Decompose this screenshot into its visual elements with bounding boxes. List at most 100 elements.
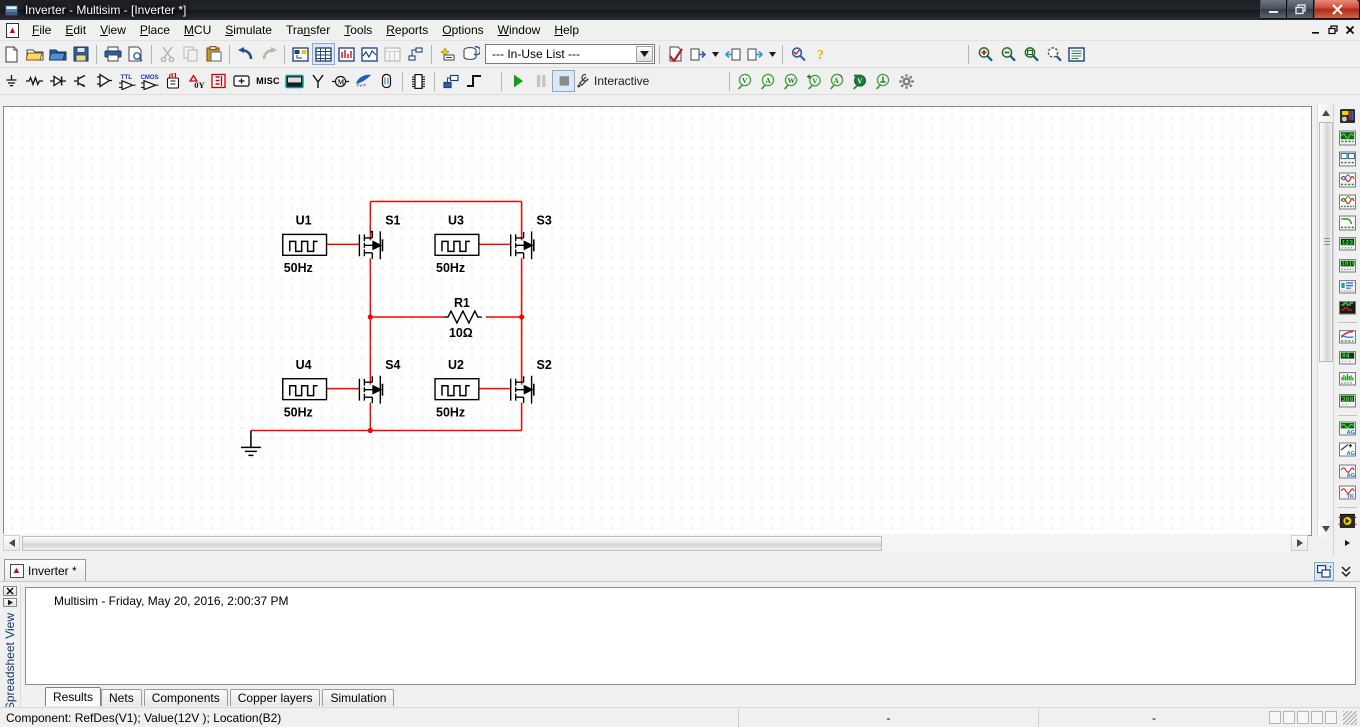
print-preview-button[interactable]	[124, 43, 147, 65]
place-analog-button[interactable]	[92, 70, 115, 92]
mdi-minimize-button[interactable]	[1308, 22, 1324, 37]
menu-item-edit[interactable]: Edit	[58, 21, 93, 39]
paste-button[interactable]	[202, 43, 225, 65]
oscilloscope-button[interactable]	[1336, 170, 1359, 190]
menu-item-mcu[interactable]: MCU	[177, 21, 218, 39]
new-button[interactable]	[0, 43, 23, 65]
new-schematic-icon[interactable]: ▲	[4, 22, 22, 39]
spreadsheet-tab-simulation[interactable]: Simulation	[322, 689, 395, 706]
minimize-button[interactable]	[1260, 0, 1287, 19]
circuit-schematic[interactable]: U1 50Hz S1 U3 50Hz S3 R1 10Ω U4 50Hz S4 …	[4, 107, 1311, 535]
menu-item-window[interactable]: Window	[491, 21, 548, 39]
place-hierarchical-button[interactable]	[439, 70, 462, 92]
measurement-probe-power-button[interactable]: W	[780, 70, 803, 92]
print-button[interactable]	[101, 43, 124, 65]
probe-settings-button[interactable]	[895, 70, 918, 92]
ni-elvismx-instruments-button[interactable]	[1336, 532, 1359, 552]
place-cmos-button[interactable]: CMOS	[138, 70, 161, 92]
wattmeter-button[interactable]	[1336, 149, 1359, 169]
save-button[interactable]	[69, 43, 92, 65]
place-transistor-button[interactable]	[69, 70, 92, 92]
place-rf-button[interactable]	[306, 70, 329, 92]
place-ttl-button[interactable]: TTL	[115, 70, 138, 92]
measurement-probe-voltage-button[interactable]: V	[734, 70, 757, 92]
tektronix-oscilloscope-button[interactable]: TK	[1336, 483, 1359, 503]
forward-annotate-button[interactable]	[744, 43, 767, 65]
distortion-analyzer-button[interactable]: 04	[1336, 348, 1359, 368]
spreadsheet-close-button[interactable]	[3, 586, 17, 596]
open-button[interactable]	[23, 43, 46, 65]
toggle-design-toolbox-button[interactable]	[289, 43, 312, 65]
place-advanced-peripherals-button[interactable]	[283, 70, 306, 92]
menu-item-help[interactable]: Help	[547, 21, 586, 39]
copy-button[interactable]	[179, 43, 202, 65]
resize-grip[interactable]	[1343, 710, 1357, 725]
place-diode-button[interactable]	[46, 70, 69, 92]
toggle-grapher-button[interactable]	[358, 43, 381, 65]
menu-item-tools[interactable]: Tools	[337, 21, 379, 39]
place-connectors-button[interactable]	[375, 70, 398, 92]
toggle-sim-switch-button[interactable]	[381, 43, 404, 65]
close-button[interactable]	[1314, 0, 1360, 19]
scroll-left-button[interactable]	[3, 535, 20, 551]
document-tab-inverter[interactable]: ▲ Inverter *	[4, 559, 86, 581]
mdi-close-button[interactable]	[1342, 22, 1358, 37]
toggle-spreadsheet-button[interactable]	[312, 43, 335, 65]
restore-button[interactable]	[1287, 0, 1314, 19]
zoom-in-button[interactable]	[973, 43, 996, 65]
spectrum-analyzer-button[interactable]	[1336, 369, 1359, 389]
zoom-fit-button[interactable]	[1042, 43, 1065, 65]
logic-converter-button[interactable]	[1336, 277, 1359, 297]
tab-scroll-button[interactable]	[1336, 562, 1356, 581]
horizontal-scroll-thumb[interactable]	[22, 535, 882, 551]
multimeter-button[interactable]	[1336, 106, 1359, 126]
scroll-up-button[interactable]	[1317, 104, 1334, 121]
mdi-restore-button[interactable]	[1325, 22, 1341, 37]
place-misc-digital-button[interactable]: d1	[161, 70, 184, 92]
agilent-oscilloscope-button[interactable]: AG	[1336, 461, 1359, 481]
vertical-scroll-thumb[interactable]	[1318, 122, 1333, 362]
spreadsheet-tab-components[interactable]: Components	[143, 689, 228, 706]
tile-windows-button[interactable]	[1314, 562, 1334, 581]
scroll-right-button[interactable]	[1291, 535, 1308, 551]
erc-button[interactable]	[664, 43, 687, 65]
four-channel-oscilloscope-button[interactable]	[1336, 191, 1359, 211]
spreadsheet-tab-copper-layers[interactable]: Copper layers	[229, 689, 321, 706]
menu-item-view[interactable]: View	[93, 21, 133, 39]
measurement-probe-reference-button[interactable]	[872, 70, 895, 92]
schematic-canvas[interactable]: U1 50Hz S1 U3 50Hz S3 R1 10Ω U4 50Hz S4 …	[3, 106, 1312, 536]
place-mcu-button[interactable]	[407, 70, 430, 92]
logic-analyzer-button[interactable]	[1336, 298, 1359, 318]
agilent-multimeter-button[interactable]: AG	[1336, 440, 1359, 460]
place-power-button[interactable]	[230, 70, 253, 92]
backannotate-button[interactable]	[721, 43, 744, 65]
place-electromechanical-button[interactable]: M	[329, 70, 352, 92]
canvas-horizontal-scrollbar[interactable]	[3, 534, 1308, 552]
menu-item-transfer[interactable]: Transfer	[279, 21, 337, 39]
canvas-vertical-scrollbar[interactable]	[1317, 104, 1334, 537]
menu-item-file[interactable]: FFileile	[25, 21, 58, 39]
place-mixed-button[interactable]: 0Y	[184, 70, 207, 92]
run-simulation-button[interactable]	[506, 70, 529, 92]
in-use-list-combo[interactable]: --- In-Use List ---	[485, 44, 655, 64]
zoom-area-button[interactable]	[1019, 43, 1042, 65]
menu-item-reports[interactable]: Reports	[379, 21, 435, 39]
scroll-down-button[interactable]	[1317, 520, 1334, 537]
zoom-selection-button[interactable]	[1065, 43, 1088, 65]
toggle-simulation-bar-button[interactable]	[335, 43, 358, 65]
place-bus-button[interactable]	[462, 70, 485, 92]
menu-item-simulate[interactable]: Simulate	[218, 21, 279, 39]
undo-button[interactable]	[234, 43, 257, 65]
menu-item-options[interactable]: Options	[435, 21, 490, 39]
measurement-probe-ac-current-button[interactable]: A	[826, 70, 849, 92]
open-samples-button[interactable]	[46, 43, 69, 65]
new-component-button[interactable]	[436, 43, 459, 65]
network-analyzer-button[interactable]: 388	[1336, 390, 1359, 410]
place-source-button[interactable]	[0, 70, 23, 92]
place-misc-button[interactable]: MISC	[253, 70, 283, 92]
database-manager-button[interactable]	[459, 43, 482, 65]
frequency-counter-button[interactable]: 123	[1336, 234, 1359, 254]
function-generator-button[interactable]	[1336, 127, 1359, 147]
bode-plotter-button[interactable]	[1336, 213, 1359, 233]
word-generator-button[interactable]: 1010	[1336, 255, 1359, 275]
